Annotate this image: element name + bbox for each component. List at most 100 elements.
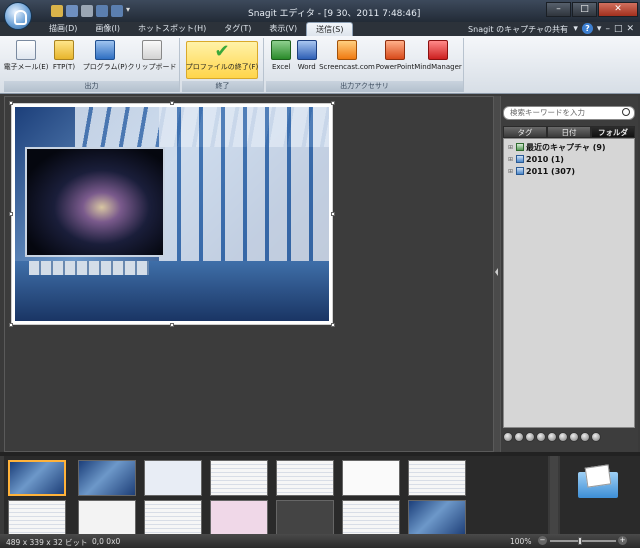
window-title: Snagit エディタ - [9 30、2011 7:48:46] bbox=[248, 9, 421, 19]
tray-thumbnail[interactable] bbox=[144, 460, 202, 496]
finish-group-name: 終了 bbox=[182, 81, 263, 92]
program-button[interactable]: プログラム(P) bbox=[83, 40, 127, 71]
finish-profile-button[interactable]: ✔ プロファイルの終了(F) bbox=[186, 41, 258, 79]
snagit-menu-button[interactable] bbox=[4, 2, 32, 30]
program-label: プログラム(P) bbox=[82, 63, 128, 71]
word-button[interactable]: Word bbox=[295, 40, 318, 71]
tray-thumbnail[interactable] bbox=[78, 500, 136, 536]
resize-handle-se[interactable] bbox=[331, 323, 335, 327]
tab-image[interactable]: 画像(I) bbox=[86, 22, 129, 36]
screencast-button[interactable]: Screencast.com bbox=[319, 40, 375, 71]
tree-item-recent[interactable]: ⊞ 最近のキャプチャ (9) bbox=[508, 141, 630, 153]
open-icon[interactable] bbox=[51, 5, 63, 17]
tree-item-2011[interactable]: ⊞ 2011 (307) bbox=[508, 165, 630, 177]
library-action-icon[interactable] bbox=[591, 432, 601, 442]
resize-handle-n[interactable] bbox=[170, 101, 174, 105]
tree-item-label: 最近のキャプチャ (9) bbox=[526, 142, 606, 152]
resize-handle-e[interactable] bbox=[331, 212, 335, 216]
powerpoint-icon bbox=[385, 40, 405, 60]
library-folder-icon[interactable] bbox=[578, 464, 618, 498]
expand-icon[interactable]: ⊞ bbox=[508, 144, 514, 151]
mindmanager-icon bbox=[428, 40, 448, 60]
resize-handle-sw[interactable] bbox=[9, 323, 13, 327]
editor-canvas[interactable] bbox=[4, 96, 494, 452]
tab-send[interactable]: 送信(S) bbox=[306, 22, 354, 36]
tray-thumbnail[interactable] bbox=[276, 500, 334, 536]
excel-button[interactable]: Excel bbox=[269, 40, 293, 71]
email-button[interactable]: 電子メール(E) bbox=[4, 40, 48, 71]
word-icon bbox=[296, 40, 317, 60]
share-captures-link[interactable]: Snagit のキャプチャの共有 bbox=[468, 24, 568, 35]
close-button[interactable]: ✕ bbox=[598, 2, 638, 17]
clipboard-button[interactable]: クリップボード bbox=[128, 40, 177, 71]
tray-thumbnail[interactable] bbox=[342, 460, 400, 496]
mindmanager-button[interactable]: MindManager bbox=[414, 40, 462, 71]
resize-handle-ne[interactable] bbox=[331, 101, 335, 105]
zoom-out-button[interactable]: − bbox=[538, 536, 547, 545]
resize-handle-nw[interactable] bbox=[9, 101, 13, 105]
expand-icon[interactable]: ⊞ bbox=[508, 156, 514, 163]
minimize-button[interactable]: – bbox=[546, 2, 571, 17]
ribbon: 電子メール(E) FTP(T) プログラム(P) クリップボード 出力 ✔ プロ… bbox=[0, 36, 640, 94]
tray-thumbnail[interactable] bbox=[276, 460, 334, 496]
tray-thumbnail[interactable] bbox=[78, 460, 136, 496]
search-input[interactable]: 検索キーワードを入力 bbox=[503, 106, 635, 120]
undo-icon[interactable] bbox=[96, 5, 108, 17]
tab-view[interactable]: 表示(V) bbox=[260, 22, 306, 36]
zoom-slider-knob[interactable] bbox=[578, 537, 582, 545]
ribbon-restore-icon[interactable]: □ bbox=[614, 24, 623, 34]
library-folder-area bbox=[560, 456, 640, 534]
zoom-in-button[interactable]: + bbox=[618, 536, 627, 545]
resize-handle-s[interactable] bbox=[170, 323, 174, 327]
dropdown-icon[interactable]: ▾ bbox=[573, 24, 578, 34]
tray-thumbnail[interactable] bbox=[210, 460, 268, 496]
tray-thumbnail[interactable] bbox=[408, 500, 466, 536]
tray-thumbnail[interactable] bbox=[8, 500, 66, 536]
library-action-icon[interactable] bbox=[525, 432, 535, 442]
ribbon-tabs-row: 描画(D) 画像(I) ホットスポット(H) タグ(T) 表示(V) 送信(S)… bbox=[0, 22, 640, 36]
capture-image[interactable] bbox=[15, 107, 329, 321]
options-icon[interactable]: ▾ bbox=[597, 24, 602, 34]
ribbon-minimize-icon[interactable]: – bbox=[605, 24, 610, 34]
zoom-slider[interactable] bbox=[550, 540, 616, 542]
ftp-button[interactable]: FTP(T) bbox=[49, 40, 79, 71]
tab-hotspot[interactable]: ホットスポット(H) bbox=[129, 22, 215, 36]
library-action-icon[interactable] bbox=[514, 432, 524, 442]
ribbon-close-icon[interactable]: ✕ bbox=[626, 24, 634, 34]
capture-image-frame[interactable] bbox=[11, 103, 333, 325]
tray-thumbnail-selected[interactable] bbox=[8, 460, 66, 496]
tray-scrollbar[interactable] bbox=[550, 456, 558, 534]
library-action-buttons bbox=[503, 432, 601, 442]
tray-thumbnail[interactable] bbox=[210, 500, 268, 536]
library-action-icon[interactable] bbox=[547, 432, 557, 442]
tray-thumbnail[interactable] bbox=[144, 500, 202, 536]
library-action-icon[interactable] bbox=[558, 432, 568, 442]
excel-icon bbox=[271, 40, 292, 60]
resize-handle-w[interactable] bbox=[9, 212, 13, 216]
image-size-info: 489 x 339 x 32 ビット bbox=[6, 538, 88, 547]
print-icon[interactable] bbox=[81, 5, 93, 17]
tab-library-folders[interactable]: フォルダ bbox=[591, 126, 635, 138]
library-action-icon[interactable] bbox=[580, 432, 590, 442]
tab-library-date[interactable]: 日付 bbox=[547, 126, 591, 138]
tab-library-tags[interactable]: タグ bbox=[503, 126, 547, 138]
help-icon[interactable]: ? bbox=[581, 23, 593, 34]
search-icon[interactable] bbox=[622, 108, 630, 116]
maximize-button[interactable]: □ bbox=[572, 2, 597, 17]
tray-thumbnail[interactable] bbox=[342, 500, 400, 536]
customize-qat-icon[interactable]: ▾ bbox=[126, 5, 132, 17]
tray-thumbnail[interactable] bbox=[408, 460, 466, 496]
library-action-icon[interactable] bbox=[569, 432, 579, 442]
tree-item-2010[interactable]: ⊞ 2010 (1) bbox=[508, 153, 630, 165]
expand-icon[interactable]: ⊞ bbox=[508, 168, 514, 175]
tab-tags[interactable]: タグ(T) bbox=[215, 22, 260, 36]
folder-paper bbox=[584, 464, 612, 488]
library-action-icon[interactable] bbox=[503, 432, 513, 442]
redo-icon[interactable] bbox=[111, 5, 123, 17]
cursor-coordinates: 0,0 0x0 bbox=[92, 537, 121, 546]
tab-draw[interactable]: 描画(D) bbox=[40, 22, 86, 36]
save-icon[interactable] bbox=[66, 5, 78, 17]
calendar-icon bbox=[516, 167, 524, 175]
powerpoint-button[interactable]: PowerPoint bbox=[376, 40, 414, 71]
library-action-icon[interactable] bbox=[536, 432, 546, 442]
